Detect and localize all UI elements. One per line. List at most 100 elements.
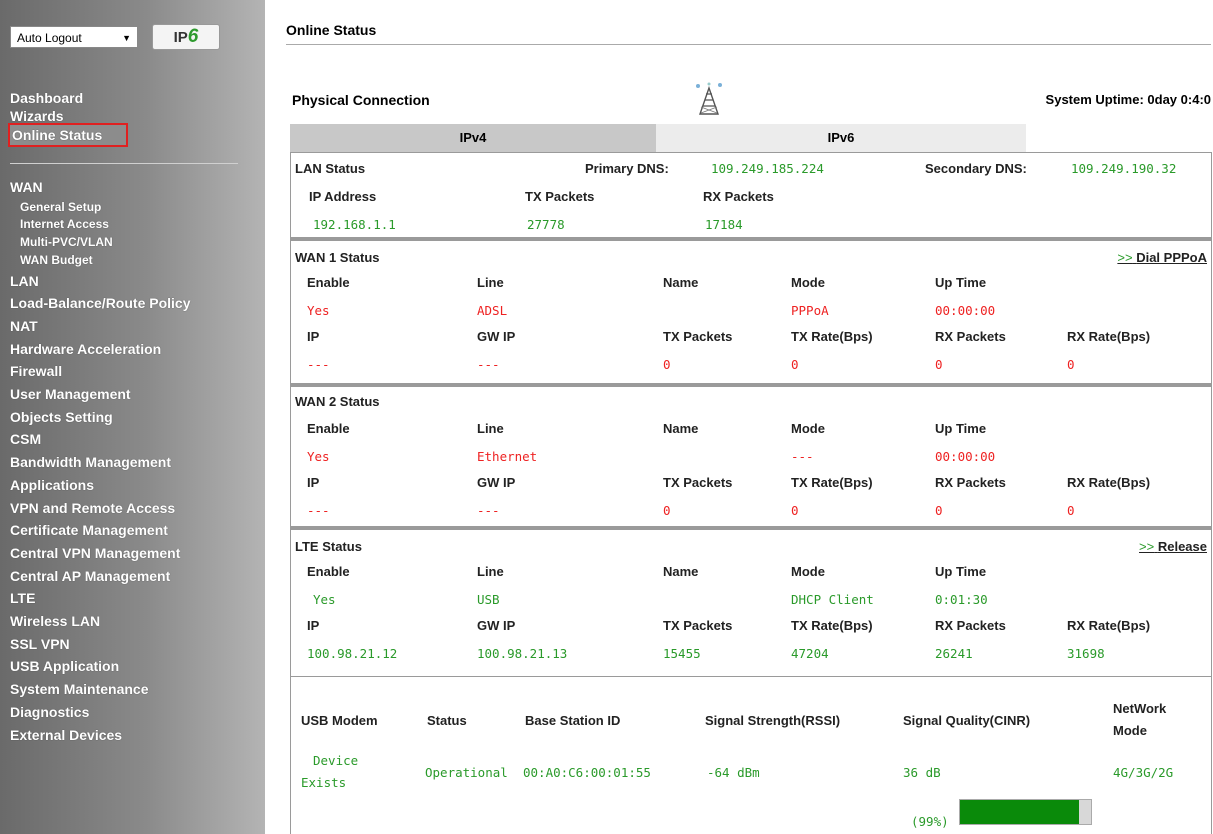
sidebar-item-wan-budget[interactable]: WAN Budget (10, 252, 190, 270)
auto-logout-select[interactable]: Auto Logout ▼ (10, 26, 138, 48)
wan1-header2-4: RX Packets (935, 329, 1006, 344)
wan2-value2-0: --- (307, 503, 330, 518)
sidebar-item-general-setup[interactable]: General Setup (10, 199, 190, 217)
wan2-value2-1: --- (477, 503, 500, 518)
sidebar-menu: WAN General Setup Internet Access Multi-PVC… (10, 176, 190, 746)
usb-cinr-value: 36 dB (903, 765, 941, 780)
wan1-header2-5: RX Rate(Bps) (1067, 329, 1151, 344)
sidebar-item-user-management[interactable]: User Management (10, 383, 190, 406)
sidebar-item-lan[interactable]: LAN (10, 270, 190, 293)
lte-status-section: LTE Status >> Release Enable Line Name Mode… (290, 529, 1212, 677)
wan2-header2-4: RX Packets (935, 475, 1006, 490)
lan-header-rx: RX Packets (703, 189, 774, 204)
sidebar-item-online-status[interactable]: Online Status (8, 123, 129, 147)
wan1-value2-5: 0 (1067, 357, 1075, 372)
wan1-value2-1: --- (477, 357, 500, 372)
usb-header-cinr: Signal Quality(CINR) (903, 713, 1031, 728)
wan2-header-4: Up Time (935, 421, 987, 436)
lan-ip-value: 192.168.1.1 (313, 217, 396, 232)
sidebar-item-wan[interactable]: WAN (10, 176, 190, 199)
sidebar-item-system-maintenance[interactable]: System Maintenance (10, 678, 190, 701)
lte-value2-2: 15455 (663, 646, 701, 661)
sidebar-item-csm[interactable]: CSM (10, 428, 190, 451)
wan1-value-3: PPPoA (791, 303, 829, 318)
lte-header2-3: TX Rate(Bps) (791, 618, 873, 633)
lte-value2-5: 31698 (1067, 646, 1105, 661)
wan1-value2-3: 0 (791, 357, 799, 372)
wan2-value-1: Ethernet (477, 449, 538, 464)
lan-tx-value: 27778 (527, 217, 565, 232)
lte-header-3: Mode (791, 564, 825, 579)
sidebar-item-applications[interactable]: Applications (10, 474, 190, 497)
wan2-header2-0: IP (307, 475, 320, 490)
sidebar-item-usb-application[interactable]: USB Application (10, 655, 190, 678)
sidebar-item-objects-setting[interactable]: Objects Setting (10, 406, 190, 429)
lte-value-4: 0:01:30 (935, 592, 988, 607)
usb-network-mode-value: 4G/3G/2G (1113, 765, 1174, 780)
wan2-value-4: 00:00:00 (935, 449, 996, 464)
sidebar-item-central-vpn-management[interactable]: Central VPN Management (10, 542, 190, 565)
lan-header-tx: TX Packets (525, 189, 595, 204)
lte-value2-4: 26241 (935, 646, 973, 661)
link-arrow: >> (1139, 539, 1155, 554)
wan2-header2-1: GW IP (477, 475, 516, 490)
lan-status-section: LAN Status Primary DNS: 109.249.185.224 … (290, 152, 1212, 240)
wan2-header-0: Enable (307, 421, 350, 436)
wan1-header2-1: GW IP (477, 329, 516, 344)
wan2-status-section: WAN 2 Status Enable Line Name Mode Up Time Ye… (290, 386, 1212, 529)
sidebar-item-dashboard[interactable]: Dashboard (10, 87, 128, 109)
lte-value2-3: 47204 (791, 646, 829, 661)
lte-header2-0: IP (307, 618, 320, 633)
usb-header-base-station: Base Station ID (525, 713, 621, 728)
wan2-value-3: --- (791, 449, 814, 464)
wan1-status-title: WAN 1 Status (295, 250, 380, 265)
sidebar-item-nat[interactable]: NAT (10, 315, 190, 338)
physical-connection-label: Physical Connection (292, 92, 430, 108)
sidebar-item-firewall[interactable]: Firewall (10, 360, 190, 383)
wan2-value2-3: 0 (791, 503, 799, 518)
signal-bar-fill (960, 800, 1080, 824)
sidebar-item-ssl-vpn[interactable]: SSL VPN (10, 633, 190, 656)
sidebar-item-central-ap-management[interactable]: Central AP Management (10, 565, 190, 588)
usb-device-text: Device (313, 753, 359, 768)
ipv6-six-text: 6 (187, 26, 199, 47)
lte-header2-5: RX Rate(Bps) (1067, 618, 1151, 633)
sidebar: Auto Logout ▼ IP6 Dashboard Wizards Onli… (0, 0, 265, 834)
usb-rssi-value: -64 dBm (707, 765, 760, 780)
usb-header-mode: Mode (1113, 723, 1147, 738)
sidebar-item-internet-access[interactable]: Internet Access (10, 216, 190, 234)
ipv6-button[interactable]: IP6 (152, 24, 220, 50)
wan2-value2-4: 0 (935, 503, 943, 518)
lte-value-1: USB (477, 592, 500, 607)
ipv6-ip-text: IP (173, 29, 188, 46)
lte-header2-2: TX Packets (663, 618, 733, 633)
wan1-value2-0: --- (307, 357, 330, 372)
wan2-value2-2: 0 (663, 503, 671, 518)
sidebar-item-diagnostics[interactable]: Diagnostics (10, 701, 190, 724)
dial-pppoa-link[interactable]: >> Dial PPPoA (1117, 250, 1207, 265)
usb-header-rssi: Signal Strength(RSSI) (705, 713, 841, 728)
sidebar-item-certificate-management[interactable]: Certificate Management (10, 519, 190, 542)
sidebar-item-wireless-lan[interactable]: Wireless LAN (10, 610, 190, 633)
sidebar-item-wizards[interactable]: Wizards (10, 109, 128, 123)
sidebar-item-vpn-and-remote-access[interactable]: VPN and Remote Access (10, 497, 190, 520)
sidebar-item-lte[interactable]: LTE (10, 587, 190, 610)
chevron-down-icon: ▼ (122, 33, 131, 43)
sidebar-item-bandwidth-management[interactable]: Bandwidth Management (10, 451, 190, 474)
lte-header-4: Up Time (935, 564, 987, 579)
sidebar-item-load-balance-route-policy[interactable]: Load-Balance/Route Policy (10, 292, 190, 315)
wan1-header2-0: IP (307, 329, 320, 344)
sidebar-item-multi-pvc-vlan[interactable]: Multi-PVC/VLAN (10, 234, 190, 252)
tab-ipv4[interactable]: IPv4 (290, 124, 656, 152)
sidebar-menu-top: Dashboard Wizards Online Status (8, 87, 129, 147)
network-icon (696, 82, 722, 115)
main-content: Online Status Physical Connection System… (286, 0, 1213, 834)
signal-percent: (99%) (911, 814, 949, 829)
tab-ipv6[interactable]: IPv6 (656, 124, 1026, 152)
auto-logout-label: Auto Logout (17, 31, 82, 45)
release-link[interactable]: >> Release (1139, 539, 1207, 554)
sidebar-item-hardware-acceleration[interactable]: Hardware Acceleration (10, 338, 190, 361)
wan1-value-1: ADSL (477, 303, 508, 318)
sidebar-item-external-devices[interactable]: External Devices (10, 724, 190, 747)
wan1-value-4: 00:00:00 (935, 303, 996, 318)
